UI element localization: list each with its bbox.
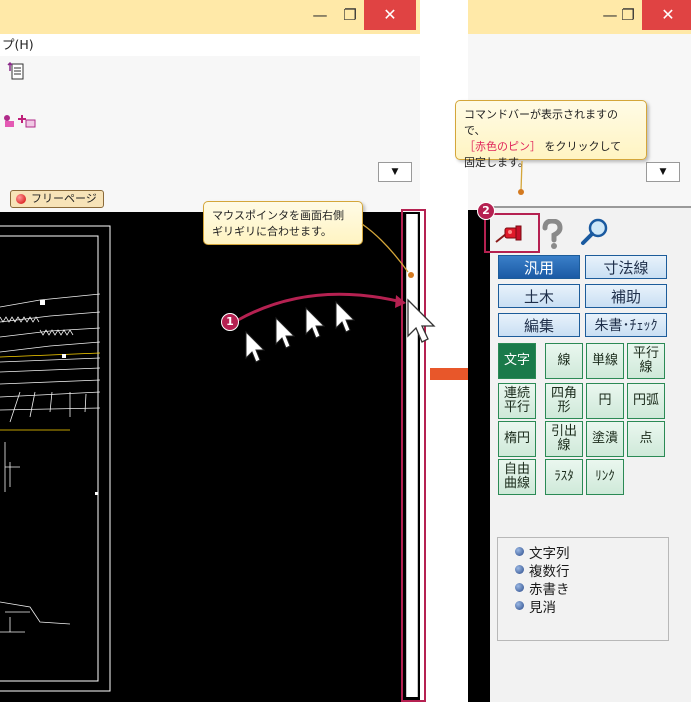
- category-general[interactable]: 汎用: [498, 255, 580, 279]
- red-pin-icon[interactable]: [494, 224, 530, 246]
- callout-step1: マウスポインタを画面右側ギリギリに合わせます。: [203, 201, 363, 245]
- callout1-leader: [361, 223, 409, 273]
- red-dot-icon: [16, 194, 26, 204]
- list-item-multiline[interactable]: 複数行: [529, 560, 570, 580]
- tool-line[interactable]: 線: [545, 343, 583, 379]
- tool-continuous-parallel[interactable]: 連続 平行: [498, 383, 536, 419]
- callout2-leader: [518, 160, 524, 195]
- tool-parallel-line[interactable]: 平行 線: [627, 343, 665, 379]
- tool-link[interactable]: ﾘﾝｸ: [586, 459, 624, 495]
- tool-circle[interactable]: 円: [586, 383, 624, 419]
- road-plan-lines: [0, 293, 101, 633]
- callout-step2: コマンドバーが表示されますので、 ［赤色のピン］ をクリックして 固定します。: [455, 100, 647, 169]
- tool-point[interactable]: 点: [627, 421, 665, 457]
- menu-bar: プ(H): [0, 34, 420, 56]
- menu-help[interactable]: プ(H): [2, 37, 34, 52]
- free-page-tab[interactable]: フリーページ: [10, 190, 104, 208]
- step-1-badge: 1: [221, 313, 239, 331]
- bullet-icon: [515, 601, 524, 610]
- list-item-text-string[interactable]: 文字列: [529, 542, 570, 562]
- drawing-frame: [0, 225, 111, 692]
- search-icon[interactable]: [580, 217, 610, 247]
- callout-step2-line1: コマンドバーが表示されますので、: [464, 108, 618, 137]
- yellow-reference-lines: [0, 352, 101, 431]
- add-layer-icon[interactable]: [18, 113, 36, 129]
- tool-raster[interactable]: ﾗｽﾀ: [545, 459, 583, 495]
- list-item-red-writing[interactable]: 赤書き: [529, 578, 570, 598]
- toolbar-row-2: [0, 86, 420, 157]
- tool-leader-line[interactable]: 引出 線: [545, 421, 583, 457]
- free-page-label: フリーページ: [31, 192, 97, 205]
- title-bar-right: — ❐ ✕: [468, 0, 691, 34]
- toolbar-row-3: ▼: [0, 156, 420, 187]
- category-civil[interactable]: 土木: [498, 284, 580, 308]
- step-2-badge: 2: [477, 202, 495, 220]
- tool-text[interactable]: 文字: [498, 343, 536, 379]
- close-button-right[interactable]: ✕: [642, 0, 691, 30]
- callout-step2-highlight: ［赤色のピン］: [464, 139, 541, 153]
- mouse-pointer-icon: [407, 298, 436, 343]
- list-item-strikeout[interactable]: 見消: [529, 596, 556, 616]
- category-auxiliary[interactable]: 補助: [585, 284, 667, 308]
- tool-freehand-curve[interactable]: 自由 曲線: [498, 459, 536, 495]
- callout-step2-line2: をクリックして: [544, 139, 622, 153]
- title-bar: — ❐ ✕: [0, 0, 420, 34]
- callout-step2-line2-row: ［赤色のピン］ をクリックして: [464, 139, 638, 155]
- toolbar-row-1: [0, 56, 420, 87]
- drawing-inner-frame: [0, 235, 99, 682]
- tool-options-list: 文字列 複数行 赤書き 見消: [497, 537, 669, 641]
- tool-ellipse[interactable]: 楕円: [498, 421, 536, 457]
- category-markup-check[interactable]: 朱書･ﾁｪｯｸ: [585, 313, 667, 337]
- tool-arc[interactable]: 円弧: [627, 383, 665, 419]
- bullet-icon: [515, 547, 524, 556]
- tool-single-line[interactable]: 単線: [586, 343, 624, 379]
- toolbar-dropdown[interactable]: ▼: [378, 162, 412, 182]
- tool-fill[interactable]: 塗潰: [586, 421, 624, 457]
- help-icon[interactable]: [540, 219, 564, 251]
- category-dimension[interactable]: 寸法線: [585, 255, 667, 279]
- layer-tool-icon[interactable]: [2, 113, 16, 129]
- close-button[interactable]: ✕: [364, 0, 416, 30]
- drawing-marks: [40, 300, 98, 495]
- bullet-icon: [515, 565, 524, 574]
- toolbar-dropdown-right[interactable]: ▼: [646, 162, 680, 182]
- properties-tool-icon[interactable]: [6, 61, 26, 81]
- bullet-icon: [515, 583, 524, 592]
- canvas-strip: [468, 210, 490, 702]
- category-edit[interactable]: 編集: [498, 313, 580, 337]
- tool-rectangle[interactable]: 四角 形: [545, 383, 583, 419]
- callout-step1-text: マウスポインタを画面右側ギリギリに合わせます。: [212, 209, 344, 238]
- callout-step2-line3: 固定します。: [464, 155, 529, 169]
